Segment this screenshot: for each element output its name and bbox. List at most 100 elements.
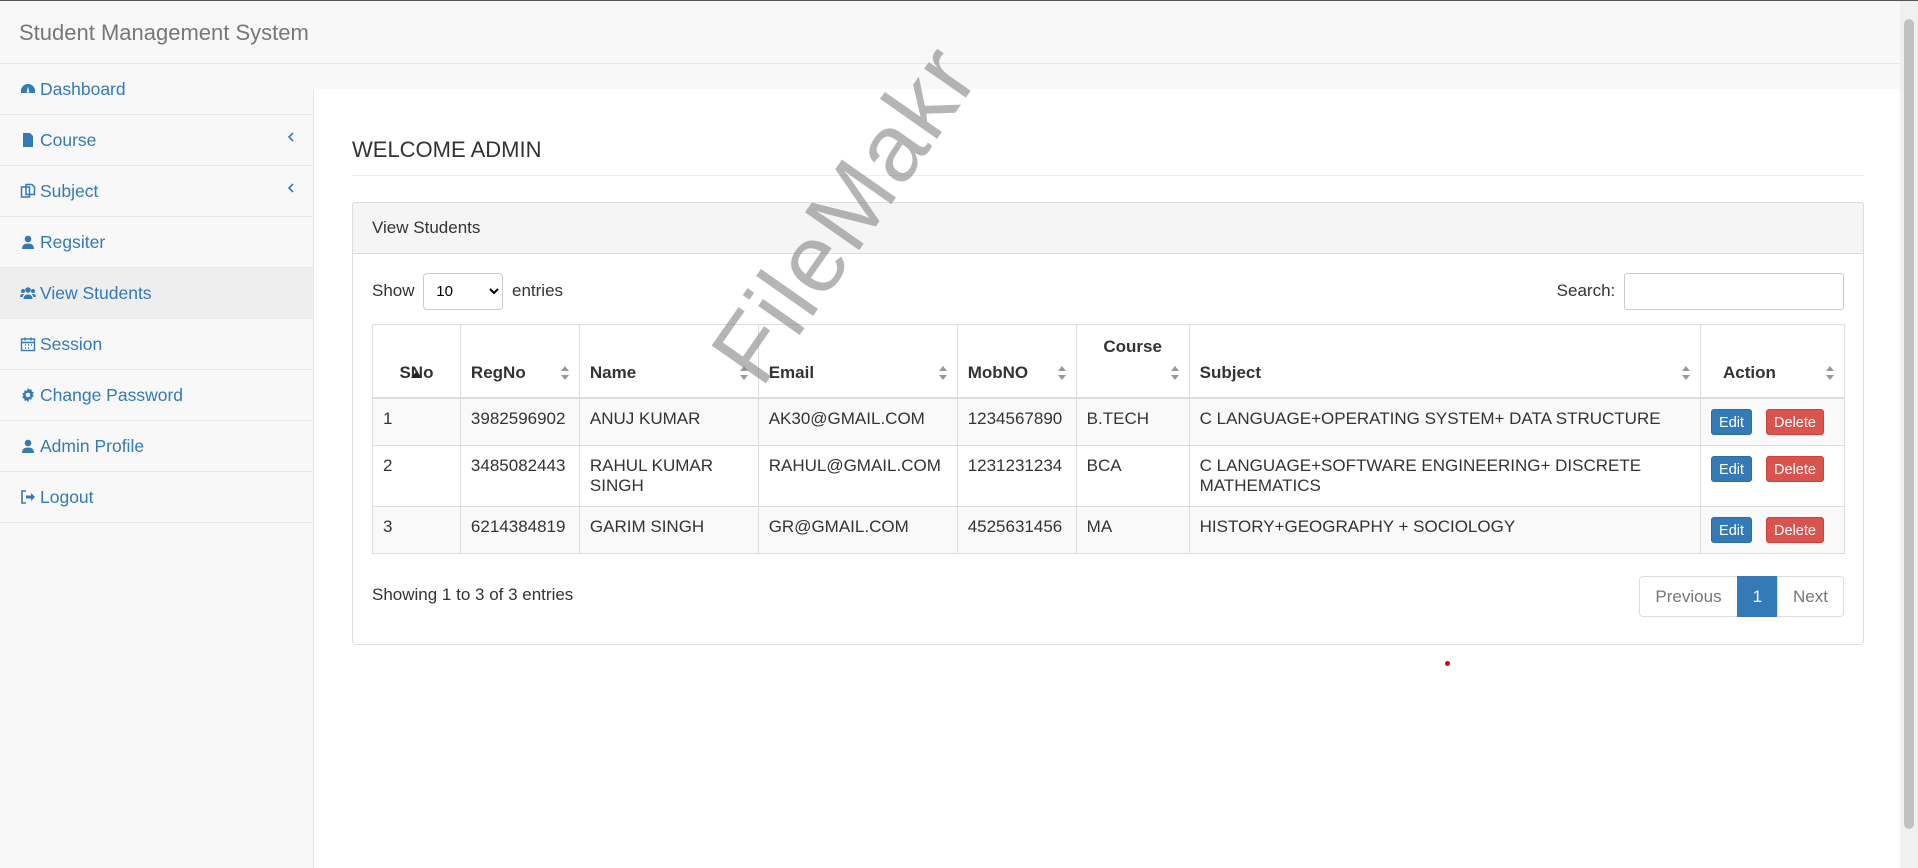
sort-icon: [1681, 365, 1691, 381]
sort-icon: [739, 365, 749, 381]
delete-button[interactable]: Delete: [1766, 455, 1824, 482]
col-name-label: Name: [589, 362, 637, 382]
next-page-button[interactable]: Next: [1777, 576, 1844, 617]
entries-label: entries: [512, 280, 564, 300]
cell-mobno: 4525631456: [956, 505, 1077, 554]
app-brand[interactable]: Student Management System: [19, 20, 309, 46]
scrollbar[interactable]: [1900, 1, 1918, 868]
col-subject[interactable]: Subject: [1188, 324, 1702, 399]
cell-subject: HISTORY+GEOGRAPHY + SOCIOLOGY: [1188, 505, 1702, 554]
sidebar-item-admin-profile[interactable]: Admin Profile: [0, 421, 313, 472]
search-control: Search:: [1557, 273, 1844, 310]
sort-icon: [1825, 365, 1835, 381]
cell-sno: 1: [372, 397, 461, 446]
search-label: Search:: [1556, 280, 1616, 300]
sidebar-item-label: Session: [40, 334, 103, 354]
col-regno[interactable]: RegNo: [459, 324, 580, 399]
cell-subject: C LANGUAGE+SOFTWARE ENGINEERING+ DISCRET…: [1188, 444, 1702, 507]
col-name[interactable]: Name: [578, 324, 759, 399]
table-header-row: SNo RegNo Name Email MobNO Course Subjec…: [372, 324, 1845, 399]
dashboard-icon: [20, 81, 36, 97]
cell-regno: 3485082443: [459, 444, 580, 507]
cell-course: MA: [1075, 505, 1190, 554]
sidebar-item-view-students[interactable]: View Students: [0, 268, 313, 319]
sort-icon: [1170, 365, 1180, 381]
col-mobno-label: MobNO: [967, 362, 1029, 382]
sidebar-item-label: Admin Profile: [40, 436, 145, 456]
search-input[interactable]: [1624, 273, 1844, 310]
cell-sno: 3: [372, 505, 461, 554]
cell-sno: 2: [372, 444, 461, 507]
sidebar-item-course[interactable]: Course: [0, 115, 313, 166]
users-icon: [20, 285, 36, 301]
sidebar-item-label: Subject: [40, 181, 99, 201]
cell-regno: 6214384819: [459, 505, 580, 554]
col-course-label: Course: [1103, 337, 1162, 356]
cell-regno: 3982596902: [459, 397, 580, 446]
calendar-icon: [20, 336, 36, 352]
user-icon: [20, 234, 36, 250]
page-1-button[interactable]: 1: [1736, 576, 1779, 617]
cell-subject: C LANGUAGE+OPERATING SYSTEM+ DATA STRUCT…: [1188, 397, 1702, 446]
file-icon: [20, 132, 36, 148]
col-email-label: Email: [768, 362, 815, 382]
sidebar-item-register[interactable]: Regsiter: [0, 217, 313, 268]
sort-icon: [560, 365, 570, 381]
sidebar-item-label: Change Password: [40, 385, 183, 405]
cell-name: GARIM SINGH: [578, 505, 759, 554]
edit-button[interactable]: Edit: [1711, 516, 1753, 543]
sort-icon: [938, 365, 948, 381]
col-subject-label: Subject: [1199, 362, 1262, 382]
students-panel: View Students Show 10 entries Search: SN…: [352, 202, 1864, 645]
copy-icon: [20, 183, 36, 199]
cell-name: RAHUL KUMAR SINGH: [578, 444, 759, 507]
sidebar-item-logout[interactable]: Logout: [0, 472, 313, 523]
top-navbar: Student Management System: [0, 1, 1900, 64]
table-row: 3 6214384819 GARIM SINGH GR@GMAIL.COM 45…: [372, 505, 1845, 554]
sidebar-item-label: Course: [40, 130, 97, 150]
scrollbar-thumb[interactable]: [1904, 19, 1914, 829]
cell-email: RAHUL@GMAIL.COM: [757, 444, 958, 507]
table-row: 2 3485082443 RAHUL KUMAR SINGH RAHUL@GMA…: [372, 444, 1845, 507]
gear-icon: [20, 387, 36, 403]
cell-course: BCA: [1075, 444, 1190, 507]
cell-email: AK30@GMAIL.COM: [757, 397, 958, 446]
cell-mobno: 1231231234: [956, 444, 1077, 507]
page-title: WELCOME ADMIN: [352, 137, 1864, 176]
pagination: Previous 1 Next: [1639, 576, 1844, 617]
sidebar: Dashboard Course Subject Regsiter View S…: [0, 64, 313, 523]
col-course[interactable]: Course: [1075, 324, 1190, 399]
chevron-left-icon: [287, 127, 295, 148]
edit-button[interactable]: Edit: [1711, 455, 1753, 482]
col-action[interactable]: Action: [1700, 324, 1845, 399]
sign-out-icon: [20, 489, 36, 505]
table-row: 1 3982596902 ANUJ KUMAR AK30@GMAIL.COM 1…: [372, 397, 1845, 446]
entries-select[interactable]: 10: [423, 273, 504, 310]
col-email[interactable]: Email: [757, 324, 958, 399]
sidebar-item-change-password[interactable]: Change Password: [0, 370, 313, 421]
delete-button[interactable]: Delete: [1766, 408, 1824, 435]
col-mobno[interactable]: MobNO: [956, 324, 1077, 399]
sidebar-item-label: Logout: [40, 487, 94, 507]
cell-mobno: 1234567890: [956, 397, 1077, 446]
delete-button[interactable]: Delete: [1766, 516, 1824, 543]
edit-button[interactable]: Edit: [1711, 408, 1753, 435]
col-regno-label: RegNo: [470, 362, 526, 382]
cell-action: Edit Delete: [1700, 505, 1845, 554]
panel-heading: View Students: [353, 203, 1863, 254]
cell-action: Edit Delete: [1700, 444, 1845, 507]
previous-page-button[interactable]: Previous: [1639, 576, 1738, 617]
col-sno[interactable]: SNo: [372, 324, 461, 399]
students-table: SNo RegNo Name Email MobNO Course Subjec…: [372, 324, 1845, 554]
sidebar-item-dashboard[interactable]: Dashboard: [0, 64, 313, 115]
cell-email: GR@GMAIL.COM: [757, 505, 958, 554]
table-info: Showing 1 to 3 of 3 entries: [372, 585, 574, 604]
show-label: Show: [372, 280, 415, 300]
sidebar-item-label: Regsiter: [40, 232, 106, 252]
cursor-dot: [1445, 661, 1450, 666]
cell-action: Edit Delete: [1700, 397, 1845, 446]
sidebar-item-label: View Students: [40, 283, 152, 303]
col-action-label: Action: [1723, 362, 1776, 382]
sidebar-item-session[interactable]: Session: [0, 319, 313, 370]
sidebar-item-subject[interactable]: Subject: [0, 166, 313, 217]
